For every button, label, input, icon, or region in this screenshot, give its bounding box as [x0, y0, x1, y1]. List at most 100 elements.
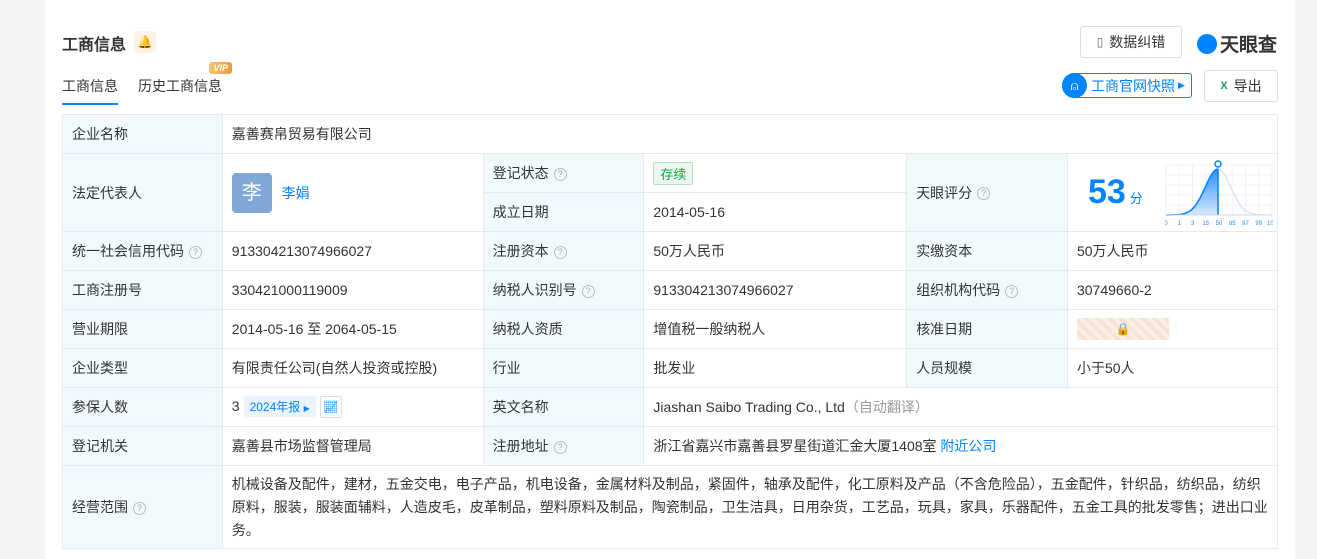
chart-mark — [1214, 159, 1222, 168]
label: 经营范围 — [72, 499, 128, 515]
tick-label: 1 — [1177, 221, 1181, 227]
help-icon[interactable]: ? — [553, 167, 567, 181]
score-value: 53 — [1087, 173, 1126, 211]
label: 登记状态 — [492, 165, 549, 181]
company-name: 嘉善赛帛贸易有限公司 — [221, 114, 1279, 154]
tianyancha-logo: 天眼查 — [1197, 30, 1277, 57]
label-cell: 登记状态? — [482, 153, 645, 193]
label-cell: 注册资本? — [482, 231, 645, 271]
tab-business-info[interactable]: 工商信息 — [62, 76, 118, 105]
label: 成立日期 — [482, 192, 645, 232]
tab-label: 历史工商信息 — [138, 78, 222, 94]
legal-rep-link[interactable]: 李娟 — [282, 185, 310, 201]
tick-label: 15 — [1202, 221, 1209, 227]
english-name-cell: Jiashan Saibo Trading Co., Ltd（自动翻译） — [643, 387, 1278, 427]
label: 统一社会信用代码 — [72, 243, 184, 259]
business-scope: 机械设备及配件，建材，五金交电，电子产品，机电设备，金属材料及制品，紧固件，轴承… — [221, 465, 1279, 549]
paid-capital: 50万人民币 — [1066, 231, 1279, 271]
button-label: 工商官网快照 — [1091, 77, 1175, 94]
label: 天眼评分 — [916, 184, 973, 201]
label-cell: 经营范围? — [62, 465, 223, 549]
insured-count: 3 — [231, 397, 240, 414]
help-icon[interactable]: ? — [977, 187, 991, 201]
help-icon[interactable]: ? — [189, 245, 202, 259]
label: 纳税人资质 — [482, 309, 645, 349]
business-info-table: 企业名称 嘉善赛帛贸易有限公司 法定代表人 李 李娟 登记状态? 存续 天眼评分?… — [62, 114, 1279, 549]
caret-right-icon: ▶ — [1178, 80, 1185, 90]
label: 行业 — [482, 348, 645, 388]
logo-icon — [1197, 33, 1217, 54]
address-cell: 浙江省嘉兴市嘉善县罗星街道汇金大厦1408室 附近公司 — [643, 426, 1278, 466]
score-cell: 53分 0 1 3 15 50 85 97 99 100 — [1066, 153, 1279, 232]
label: 工商注册号 — [62, 270, 223, 310]
tick-label: 100 — [1267, 221, 1273, 227]
tick-label: 97 — [1242, 221, 1249, 227]
annual-report-button[interactable]: 2024年报 ▶ — [243, 395, 316, 417]
business-term: 2014-05-16 至 2064-05-15 — [221, 309, 484, 349]
help-icon[interactable]: ? — [581, 284, 595, 298]
tick-label: 99 — [1255, 221, 1262, 227]
taxpayer-qualification: 增值税一般纳税人 — [643, 309, 908, 349]
registration-authority: 嘉善县市场监督管理局 — [221, 426, 484, 466]
company-type: 有限责任公司(自然人投资或控股) — [221, 348, 484, 388]
tick-label: 50 — [1215, 221, 1222, 227]
data-correction-button[interactable]: ▯ 数据纠错 — [1080, 26, 1182, 58]
credit-code: 913304213074966027 — [221, 231, 484, 271]
avatar: 李 — [231, 172, 272, 213]
export-button[interactable]: X 导出 — [1204, 70, 1278, 102]
section-title: 工商信息 — [62, 37, 127, 54]
insured-cell: 3 2024年报 ▶ 📈︎ — [221, 387, 484, 427]
lock-icon[interactable]: 🔒 — [1076, 318, 1169, 340]
approval-date-cell: 🔒 — [1066, 309, 1279, 349]
address: 浙江省嘉兴市嘉善县罗星街道汇金大厦1408室 — [653, 438, 937, 454]
help-icon[interactable]: ? — [553, 245, 567, 259]
stamp-icon: ⍝ — [1062, 73, 1087, 98]
label: 实缴资本 — [906, 231, 1068, 271]
help-icon[interactable]: ? — [1005, 284, 1019, 298]
tick-label: 3 — [1191, 221, 1195, 227]
taxpayer-id: 913304213074966027 — [643, 270, 908, 310]
excel-icon: X — [1220, 80, 1228, 92]
label: 注册地址 — [492, 438, 549, 454]
button-label: 数据纠错 — [1109, 34, 1166, 50]
logo-text: 天眼查 — [1220, 35, 1278, 56]
label-cell: 统一社会信用代码? — [62, 231, 223, 271]
status-badge: 存续 — [653, 161, 694, 185]
trend-chart-icon[interactable]: 📈︎ — [319, 396, 342, 419]
label: 登记机关 — [62, 426, 223, 466]
label: 注册资本 — [492, 243, 549, 259]
est-date: 2014-05-16 — [643, 192, 908, 232]
reg-number: 330421000119009 — [221, 270, 484, 310]
caret-right-icon: ▶ — [303, 403, 310, 413]
tick-label: 0 — [1165, 221, 1168, 227]
label-cell: 注册地址? — [482, 426, 645, 466]
staff-size: 小于50人 — [1066, 348, 1279, 388]
business-info-card: 工商信息 🔔 工商信息 历史工商信息 VIP ▯ 数据纠错 天眼查 ⍝ 工商官网快照 ▶… — [45, 0, 1295, 559]
auto-translate-note: （自动翻译） — [844, 399, 929, 415]
label: 人员规模 — [906, 348, 1068, 388]
label: 营业期限 — [62, 309, 223, 349]
bell-icon[interactable]: 🔔 — [134, 31, 156, 53]
legal-rep-cell: 李 李娟 — [221, 153, 484, 232]
industry: 批发业 — [643, 348, 908, 388]
label-cell: 天眼评分? — [906, 153, 1068, 232]
official-snapshot-button[interactable]: ⍝ 工商官网快照 ▶ — [1062, 73, 1192, 98]
label: 参保人数 — [62, 387, 223, 427]
vip-badge: VIP — [209, 62, 232, 74]
tick-label: 85 — [1229, 221, 1236, 227]
year-label: 2024年报 — [249, 399, 301, 414]
status-cell: 存续 — [643, 153, 908, 193]
label: 企业类型 — [62, 348, 223, 388]
org-code: 30749660-2 — [1066, 270, 1279, 310]
english-name: Jiashan Saibo Trading Co., Ltd — [653, 399, 845, 415]
label: 企业名称 — [62, 114, 223, 154]
button-label: 导出 — [1233, 78, 1262, 94]
nearby-companies-link[interactable]: 附近公司 — [940, 438, 996, 454]
label-cell: 纳税人识别号? — [482, 270, 645, 310]
label: 法定代表人 — [62, 153, 223, 232]
label-cell: 组织机构代码? — [906, 270, 1068, 310]
help-icon[interactable]: ? — [553, 440, 567, 454]
help-icon[interactable]: ? — [133, 501, 146, 515]
registered-capital: 50万人民币 — [643, 231, 908, 271]
tab-history-business-info[interactable]: 历史工商信息 VIP — [138, 62, 232, 105]
